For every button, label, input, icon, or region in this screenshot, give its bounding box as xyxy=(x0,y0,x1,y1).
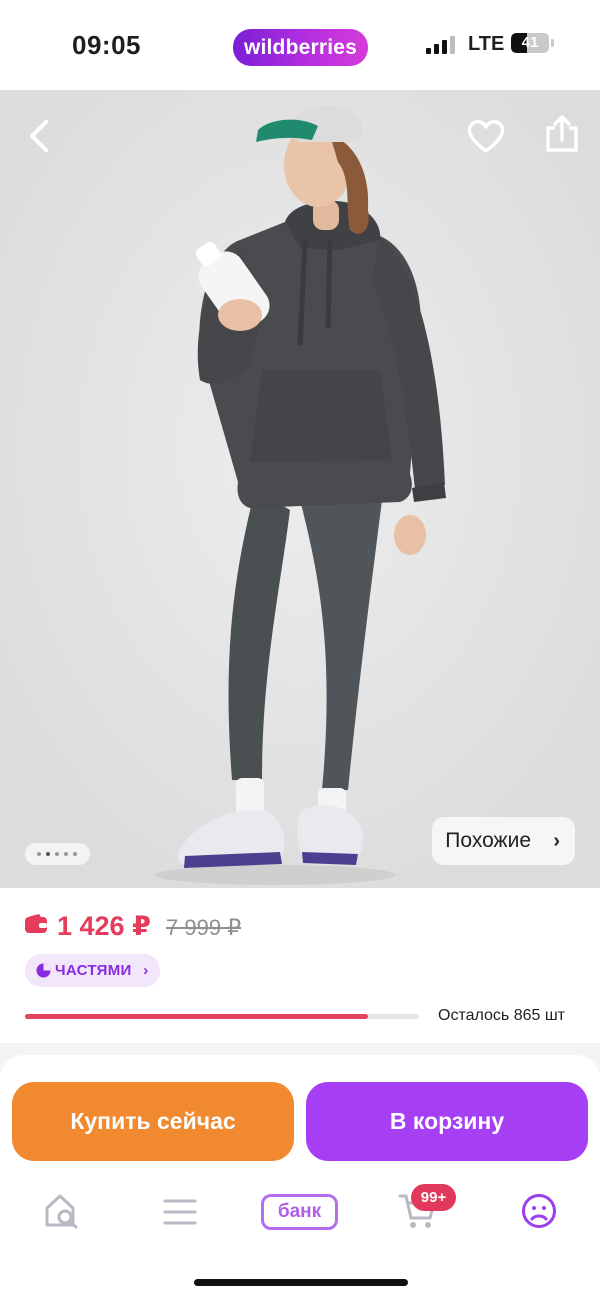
price-card: 1 426 ₽ 7 999 ₽ ЧАСТЯМИ › Осталось 865 ш… xyxy=(0,888,600,1043)
heart-icon[interactable] xyxy=(466,118,506,154)
pager-dot xyxy=(64,852,68,856)
stock-progress-bar xyxy=(25,1014,419,1019)
chevron-right-icon: › xyxy=(143,962,149,979)
product-image[interactable]: Похожие › xyxy=(0,90,600,890)
status-time: 09:05 xyxy=(72,30,141,60)
back-arrow-icon[interactable] xyxy=(24,118,54,154)
cart-count-badge: 99+ xyxy=(411,1184,456,1211)
current-price: 1 426 ₽ xyxy=(57,911,151,941)
product-photo xyxy=(0,90,600,890)
pager-dot xyxy=(46,852,50,856)
stock-progress-fill xyxy=(25,1014,368,1019)
status-bar: 09:05 wildberries LTE 41 xyxy=(0,0,600,90)
installments-button[interactable]: ЧАСТЯМИ › xyxy=(25,954,160,987)
installments-label: ЧАСТЯМИ xyxy=(55,962,132,979)
bank-icon[interactable]: банк xyxy=(261,1194,338,1230)
image-pager[interactable] xyxy=(25,843,90,865)
home-search-icon[interactable] xyxy=(43,1192,81,1230)
battery-nub xyxy=(551,39,554,47)
stock-remaining: Осталось 865 шт xyxy=(438,1007,565,1024)
home-indicator xyxy=(194,1279,408,1286)
add-to-cart-button[interactable]: В корзину xyxy=(306,1082,588,1161)
pager-dot xyxy=(55,852,59,856)
old-price: 7 999 ₽ xyxy=(166,915,242,940)
network-type: LTE xyxy=(468,33,505,55)
pager-dot xyxy=(73,852,77,856)
pie-chart-icon xyxy=(36,963,51,978)
brand-logo: wildberries xyxy=(233,29,368,66)
catalog-menu-icon[interactable] xyxy=(162,1197,198,1227)
chevron-right-icon: › xyxy=(553,830,560,852)
battery-percent: 41 xyxy=(521,34,539,51)
pager-dot xyxy=(37,852,41,856)
similar-label: Похожие xyxy=(445,829,531,852)
signal-icon xyxy=(426,36,458,54)
battery-icon: 41 xyxy=(511,33,549,53)
profile-icon[interactable] xyxy=(521,1193,557,1229)
buy-now-button[interactable]: Купить сейчас xyxy=(12,1082,294,1161)
wallet-icon xyxy=(25,914,47,933)
similar-button[interactable]: Похожие › xyxy=(432,817,575,865)
share-icon[interactable] xyxy=(544,114,580,154)
